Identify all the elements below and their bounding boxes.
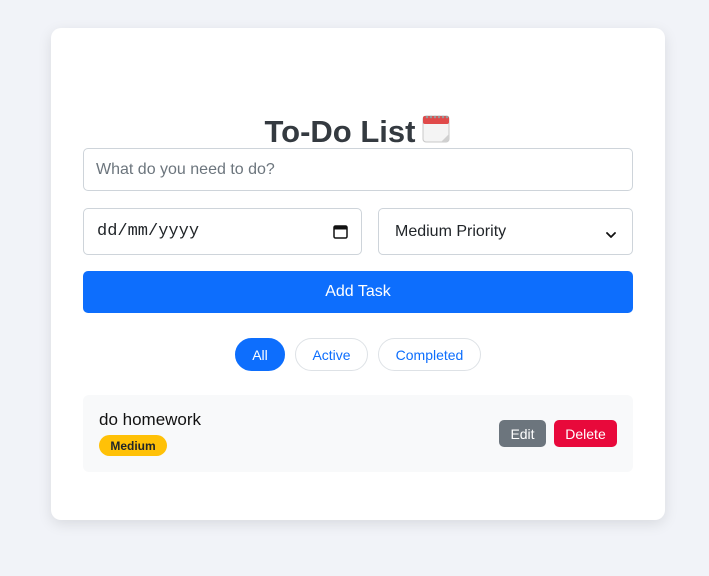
priority-badge: Medium [99, 435, 167, 456]
task-text: do homework [99, 410, 202, 429]
filter-all-button[interactable]: All [235, 338, 285, 371]
chevron-down-icon [606, 227, 616, 238]
task-item: do homework Medium Edit Delete [83, 395, 633, 472]
todo-card: To-Do List dd/mm/yyyy Medium Priority [51, 28, 665, 520]
edit-task-button[interactable]: Edit [499, 420, 546, 447]
filter-completed-button[interactable]: Completed [378, 338, 481, 371]
delete-task-button[interactable]: Delete [554, 420, 617, 447]
page-title-text: To-Do List [264, 114, 416, 149]
date-placeholder: dd/mm/yyyy [97, 222, 200, 241]
filter-active-button[interactable]: Active [295, 338, 368, 371]
priority-select[interactable]: Medium Priority [378, 208, 633, 255]
calendar-picker-icon[interactable] [333, 224, 348, 239]
add-task-button[interactable]: Add Task [83, 271, 633, 313]
priority-selected-value: Medium Priority [395, 222, 507, 240]
task-input[interactable] [83, 148, 633, 191]
due-date-input[interactable]: dd/mm/yyyy [83, 208, 362, 255]
